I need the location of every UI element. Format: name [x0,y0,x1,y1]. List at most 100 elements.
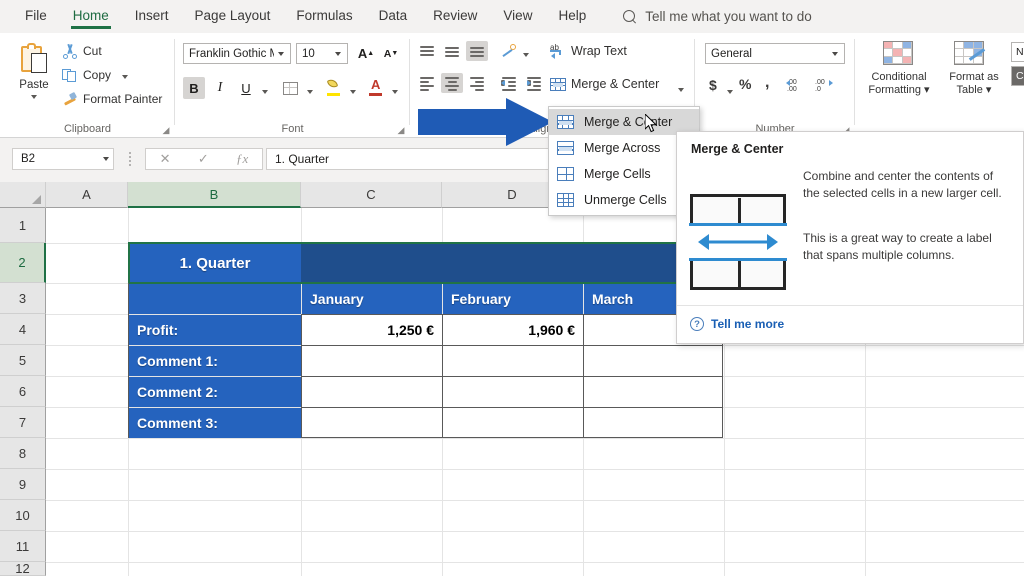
format-as-table-button[interactable] [954,41,986,65]
font-color-icon: A [368,78,384,96]
cell-b2[interactable]: 1. Quarter [129,244,301,282]
row-header-11[interactable]: 11 [0,531,46,562]
borders-chevron-down-icon[interactable] [307,90,313,94]
percent-style-button[interactable]: % [739,76,751,92]
align-center-button[interactable] [441,73,463,93]
align-middle-icon [444,44,460,58]
insert-function-icon[interactable]: ƒx [236,151,248,167]
decrease-indent-button[interactable] [498,73,520,93]
formula-bar-handle[interactable] [128,152,132,166]
tab-formulas[interactable]: Formulas [283,3,365,30]
cell-b6[interactable]: Comment 2: [129,377,301,407]
fill-chevron-down-icon[interactable] [350,90,356,94]
merge-center-icon [557,115,574,129]
copy-icon [62,67,78,83]
font-color-chevron-down-icon[interactable] [392,90,398,94]
increase-indent-button[interactable] [523,73,545,93]
column-header-c[interactable]: C [301,182,442,208]
row-header-8[interactable]: 8 [0,438,46,469]
merge-center-dropdown-button[interactable] [673,78,689,98]
cell-b4-value: Profit: [137,322,179,338]
row-header-10[interactable]: 10 [0,500,46,531]
tab-file[interactable]: File [12,3,60,30]
orientation-button[interactable] [498,41,520,61]
row-header-6[interactable]: 6 [0,376,46,407]
font-color-button[interactable]: A [365,75,387,99]
decrease-decimal-button[interactable]: .00.0 [813,77,835,97]
name-box[interactable]: B2 [12,148,114,170]
chevron-down-glyph: ▾ [924,84,930,96]
tell-me-search[interactable]: Tell me what you want to do [623,9,812,24]
enter-icon[interactable]: ✓ [198,151,209,167]
italic-button[interactable]: I [209,77,231,99]
clipboard-dialog-launcher[interactable]: ◢ [161,125,171,135]
tell-me-more-label: Tell me more [711,317,785,331]
format-painter-button[interactable]: Format Painter [62,91,162,107]
cell-b5-value: Comment 1: [137,353,218,369]
row-header-5[interactable]: 5 [0,345,46,376]
cell-selection-extension[interactable] [301,244,724,282]
copy-button[interactable]: Copy [62,67,129,83]
tooltip-divider [677,305,1023,306]
borders-button[interactable] [278,77,302,99]
align-top-button[interactable] [416,41,438,61]
cell-b7[interactable]: Comment 3: [129,408,301,438]
underline-button[interactable]: U [235,77,257,99]
decrease-font-size-button[interactable]: A ▼ [380,43,402,64]
select-all-corner[interactable] [0,182,46,208]
tab-help[interactable]: Help [545,3,599,30]
row-header-12[interactable]: 12 [0,561,46,576]
font-dialog-launcher[interactable]: ◢ [396,125,406,135]
tab-page-layout[interactable]: Page Layout [182,3,284,30]
number-format-combo[interactable]: General [705,43,845,64]
row-header-9[interactable]: 9 [0,469,46,500]
tell-me-more-link[interactable]: ? Tell me more [690,317,784,331]
underline-chevron-down-icon[interactable] [262,90,268,94]
cell-d3[interactable]: February [443,284,583,314]
increase-decimal-button[interactable]: .00.00 [786,77,809,97]
tab-review[interactable]: Review [420,3,490,30]
cell-b3[interactable] [129,284,301,314]
cut-button[interactable]: Cut [62,43,102,59]
comma-style-button[interactable]: , [765,74,769,92]
font-name-combo[interactable]: Franklin Gothic M [183,43,291,64]
cell-b4[interactable]: Profit: [129,315,301,345]
column-header-a[interactable]: A [46,182,128,208]
merge-center-label: Merge & Center [571,77,660,91]
tooltip-paragraph-1: Combine and center the contents of the s… [803,169,1002,200]
cell-b5[interactable]: Comment 1: [129,346,301,376]
tab-view[interactable]: View [490,3,545,30]
align-middle-button[interactable] [441,41,463,61]
currency-chevron-down-icon[interactable] [727,90,733,94]
row-header-7[interactable]: 7 [0,407,46,438]
format-painter-label: Format Painter [83,92,163,106]
cell-style-normal[interactable]: No [1011,42,1024,62]
tab-insert[interactable]: Insert [122,3,182,30]
cell-c3[interactable]: January [302,284,442,314]
row-header-2[interactable]: 2 [0,243,46,283]
tooltip-title: Merge & Center [691,142,784,156]
tab-data[interactable]: Data [366,3,421,30]
conditional-formatting-button[interactable] [869,41,913,65]
fill-color-button[interactable] [323,75,345,99]
paste-button[interactable]: Paste [8,39,60,115]
row-header-1[interactable]: 1 [0,208,46,243]
cancel-icon[interactable]: ✕ [160,151,171,167]
increase-font-size-button[interactable]: A ▲ [355,43,377,64]
align-left-button[interactable] [416,73,438,93]
font-size-combo[interactable]: 10 [296,43,348,64]
currency-button[interactable]: $ [709,77,717,93]
group-styles: Conditional Formatting ▾ Format as Table… [855,33,1024,138]
cell-style-check[interactable]: Ch [1011,66,1024,86]
row-header-4[interactable]: 4 [0,314,46,345]
merge-and-center-button[interactable]: Merge & Center [550,77,659,91]
bold-button[interactable]: B [183,77,205,99]
align-bottom-button[interactable] [466,41,488,61]
column-header-b[interactable]: B [128,182,301,208]
align-right-button[interactable] [466,73,488,93]
copy-chevron-down-icon[interactable] [122,74,129,79]
wrap-text-button[interactable]: ab Wrap Text [550,43,627,59]
row-header-3[interactable]: 3 [0,283,46,314]
tab-home[interactable]: Home [60,3,122,30]
orientation-chevron-down-icon[interactable] [523,53,529,57]
